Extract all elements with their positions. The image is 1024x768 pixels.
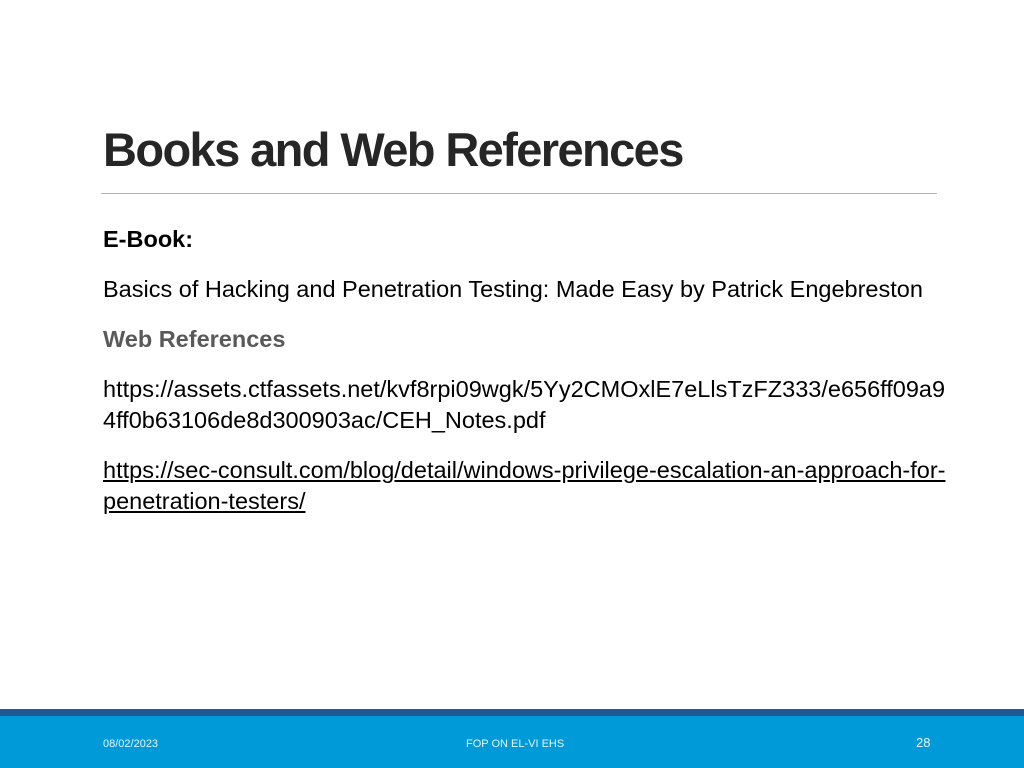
slide-title: Books and Web References [103,123,684,176]
footer-accent-stripe [0,709,1024,716]
book-citation: Basics of Hacking and Penetration Testin… [103,276,923,302]
web-reference-link-sec-consult[interactable]: https://sec-consult.com/blog/detail/wind… [103,455,956,517]
slide-content: E-Book: Basics of Hacking and Penetratio… [103,224,956,517]
title-divider [101,193,937,194]
ebook-label: E-Book: [103,226,194,252]
slide-page-number: 28 [916,735,931,750]
web-references-label: Web References [103,326,286,352]
footer-date: 08/02/2023 [103,738,159,750]
web-reference-ceh-notes: https://assets.ctfassets.net/kvf8rpi09wg… [103,376,946,433]
footer-title: FOP ON EL-VI EHS [466,738,565,750]
